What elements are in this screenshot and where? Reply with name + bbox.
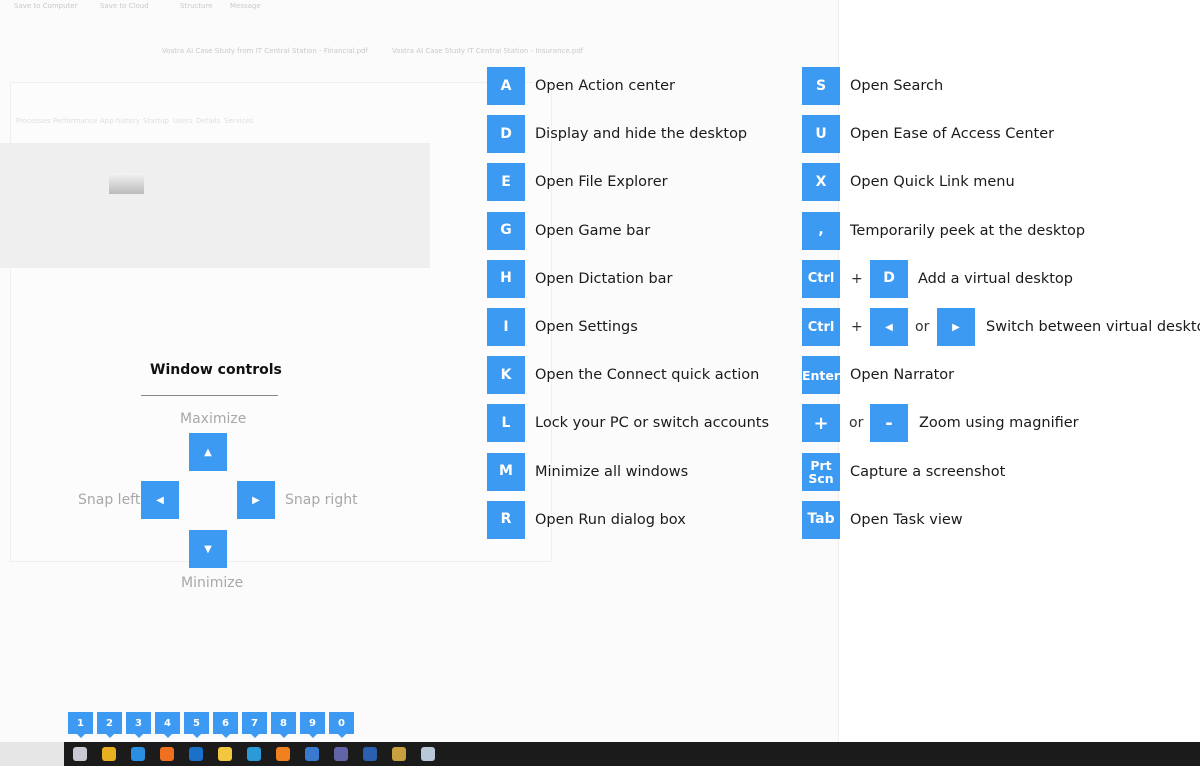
plus-sign: + bbox=[851, 270, 863, 287]
snap-right-label: Snap right bbox=[285, 492, 358, 508]
key-ctrl: Ctrl bbox=[802, 259, 840, 298]
key-d: D bbox=[870, 259, 908, 298]
key-s: S bbox=[802, 67, 840, 105]
snap-left-label: Snap left bbox=[78, 492, 141, 508]
key-plus: + bbox=[802, 404, 840, 443]
app-icon[interactable] bbox=[73, 747, 87, 761]
faded-toolbar-item: Structure bbox=[180, 2, 213, 10]
plus-sign: + bbox=[851, 319, 863, 335]
taskbar-number-badge-5: 5 bbox=[184, 712, 209, 738]
taskbar-number-badge-4: 4 bbox=[155, 712, 180, 738]
taskbar-number-badge-3: 3 bbox=[126, 712, 151, 738]
key-x: X bbox=[802, 163, 840, 202]
key-r: R bbox=[487, 500, 525, 539]
word-icon[interactable] bbox=[363, 747, 377, 761]
right-arrow-key: ▶ bbox=[937, 308, 975, 346]
taskbar-number-badge-0: 0 bbox=[329, 712, 354, 738]
key-comma: , bbox=[802, 211, 840, 250]
preview-area bbox=[0, 143, 430, 268]
shortcut-description: Open Action center bbox=[535, 78, 676, 94]
photo-app-icon[interactable] bbox=[392, 747, 406, 761]
taskbar-number-badge-6: 6 bbox=[213, 712, 238, 738]
shortcut-description: Lock your PC or switch accounts bbox=[535, 415, 770, 432]
shortcut-description: Open Task view bbox=[850, 511, 963, 528]
shortcut-description: Switch between virtual desktops bbox=[986, 319, 1200, 335]
key-tab: Tab bbox=[802, 500, 840, 539]
taskbar-number-badge-8: 8 bbox=[271, 712, 296, 738]
shortcut-description: Open Ease of Access Center bbox=[850, 126, 1055, 143]
shortcut-description: Minimize all windows bbox=[535, 463, 689, 480]
key-minus: - bbox=[870, 404, 908, 443]
faded-toolbar-item: Message bbox=[230, 2, 261, 10]
shortcut-description: Open Settings bbox=[535, 319, 638, 335]
key-enter: Enter bbox=[802, 356, 840, 395]
or-text: or bbox=[915, 319, 930, 335]
firefox-icon[interactable] bbox=[160, 747, 174, 761]
solitaire-icon[interactable] bbox=[305, 747, 319, 761]
key-g: G bbox=[487, 211, 525, 250]
chrome-icon[interactable] bbox=[102, 747, 116, 761]
key-u: U bbox=[802, 115, 840, 154]
thumbnail bbox=[109, 173, 144, 194]
shortcut-description: Display and hide the desktop bbox=[535, 126, 748, 143]
key-l: L bbox=[487, 404, 525, 443]
faded-attachment: Vostra AI Case Study from IT Central Sta… bbox=[162, 47, 369, 55]
outlook-icon[interactable] bbox=[189, 747, 203, 761]
shortcut-description: Open Narrator bbox=[850, 367, 955, 384]
edge-icon[interactable] bbox=[247, 747, 261, 761]
taskbar-number-badge-7: 7 bbox=[242, 712, 267, 738]
taskbar-number-badge-2: 2 bbox=[97, 712, 122, 738]
shortcut-description: Temporarily peek at the desktop bbox=[850, 222, 1086, 239]
taskbar-number-badge-9: 9 bbox=[300, 712, 325, 738]
remote-desktop-icon[interactable] bbox=[421, 747, 435, 761]
shortcut-description: Capture a screenshot bbox=[850, 463, 1006, 480]
shortcut-description: Open Search bbox=[850, 78, 944, 94]
taskbar bbox=[64, 742, 1200, 766]
key-m: M bbox=[487, 452, 525, 491]
key-h: H bbox=[487, 259, 525, 298]
shortcut-description: Open Dictation bar bbox=[535, 270, 673, 287]
left-arrow-key: ◀ bbox=[870, 308, 908, 346]
minimize-label: Minimize bbox=[181, 575, 244, 591]
shortcut-description: Open Game bar bbox=[535, 222, 651, 239]
faded-toolbar-item: Save to Cloud bbox=[100, 2, 149, 10]
shortcut-description: Open the Connect quick action bbox=[535, 367, 760, 384]
teams-icon[interactable] bbox=[334, 747, 348, 761]
down-arrow-key: ▼ bbox=[189, 530, 227, 568]
search-everything-icon[interactable] bbox=[276, 747, 290, 761]
key-a: A bbox=[487, 67, 525, 105]
shortcut-description: Zoom using magnifier bbox=[919, 415, 1079, 432]
shortcut-description: Open Quick Link menu bbox=[850, 174, 1015, 191]
up-arrow-key: ▲ bbox=[189, 433, 227, 471]
maximize-label: Maximize bbox=[180, 411, 247, 427]
taskbar-left-edge bbox=[0, 742, 64, 766]
faded-toolbar-item: Save to Computer bbox=[14, 2, 78, 10]
key-ctrl: Ctrl bbox=[802, 308, 840, 346]
faded-attachment: Vostra AI Case Study IT Central Station … bbox=[392, 47, 584, 55]
shortcut-description: Open File Explorer bbox=[535, 174, 668, 191]
shortcut-description: Open Run dialog box bbox=[535, 511, 686, 528]
or-text: or bbox=[849, 415, 864, 432]
right-arrow-key: ▶ bbox=[237, 481, 275, 519]
taskbar-number-badge-1: 1 bbox=[68, 712, 93, 738]
window-controls-title: Window controls bbox=[150, 362, 282, 378]
key-e: E bbox=[487, 163, 525, 202]
file-explorer-icon[interactable] bbox=[218, 747, 232, 761]
key-i: I bbox=[487, 308, 525, 346]
shortcut-description: Add a virtual desktop bbox=[918, 270, 1073, 287]
key-prtscn: Prt Scn bbox=[802, 452, 840, 491]
left-arrow-key: ◀ bbox=[141, 481, 179, 519]
key-k: K bbox=[487, 356, 525, 395]
divider bbox=[141, 395, 278, 396]
internet-explorer-icon[interactable] bbox=[131, 747, 145, 761]
key-d: D bbox=[487, 115, 525, 154]
